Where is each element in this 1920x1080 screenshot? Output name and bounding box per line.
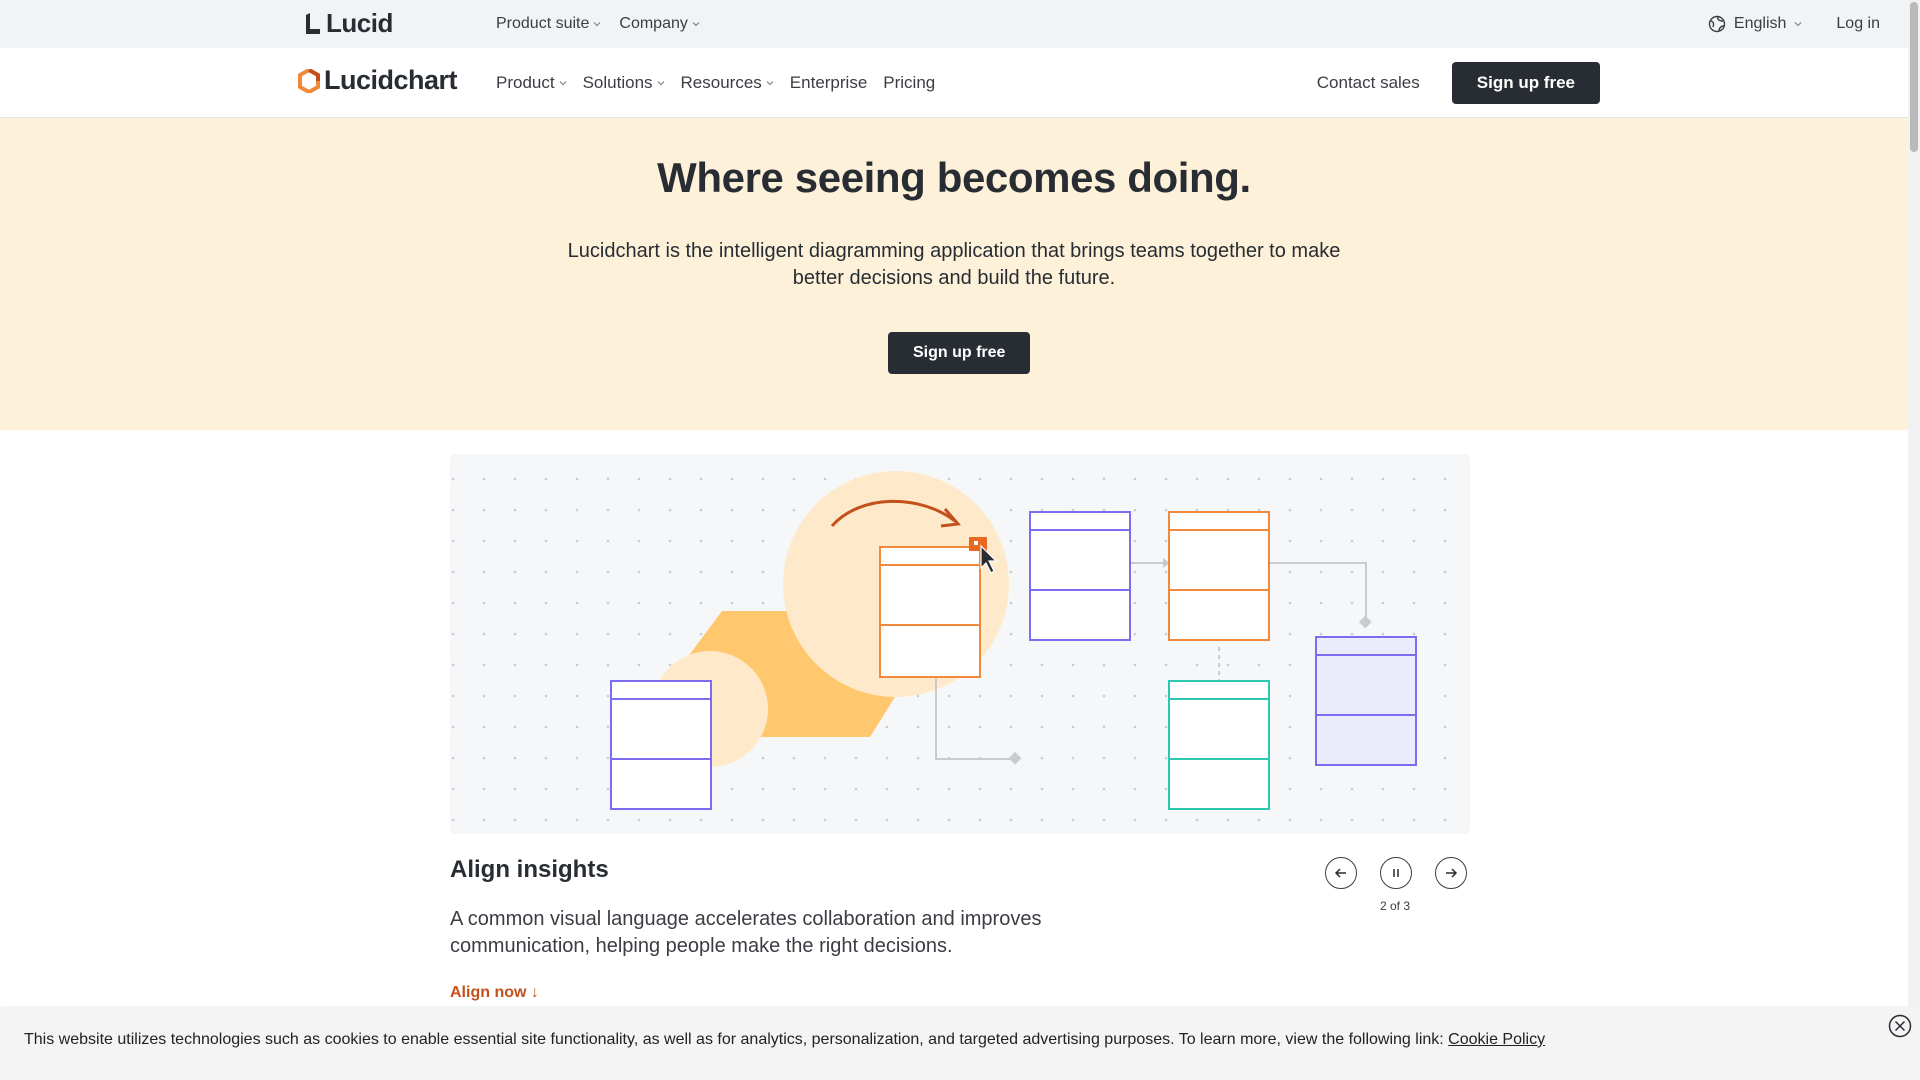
carousel-controls xyxy=(1325,857,1467,889)
lucid-logo-text: Lucid xyxy=(326,8,393,38)
globe-icon xyxy=(1708,15,1726,33)
chevron-down-icon xyxy=(657,81,664,86)
lucid-logo[interactable]: Lucid xyxy=(304,8,393,39)
top-nav: Product suite Company xyxy=(496,0,700,48)
page-scrollbar[interactable] xyxy=(1908,0,1920,1008)
nav-resources[interactable]: Resources xyxy=(681,73,774,93)
chevron-down-icon xyxy=(1795,22,1802,27)
lucidchart-logo-icon xyxy=(298,68,320,93)
resize-handle-inner xyxy=(974,541,978,545)
orange-shape-box xyxy=(1168,511,1270,641)
purple-shape-box xyxy=(610,680,712,810)
nav-enterprise[interactable]: Enterprise xyxy=(790,73,867,93)
slide-description: A common visual language accelerates col… xyxy=(450,908,1042,957)
nav-product[interactable]: Product xyxy=(496,73,567,93)
chevron-down-icon xyxy=(766,81,774,86)
contact-sales-link[interactable]: Contact sales xyxy=(1317,73,1420,93)
diagram-illustration-svg xyxy=(450,454,1470,834)
orange-selected-box xyxy=(879,546,981,678)
purple-shape-box xyxy=(1029,511,1131,641)
main-header: Lucidchart Product Solutions Resources E… xyxy=(0,48,1908,118)
top-right-actions: English Log in xyxy=(1708,0,1880,48)
login-link[interactable]: Log in xyxy=(1836,15,1880,33)
language-label: English xyxy=(1733,15,1787,32)
cookie-message: This website utilizes technologies such … xyxy=(24,1031,1545,1049)
align-now-link[interactable]: Align now ↓ xyxy=(450,984,539,1002)
nav-label: Product xyxy=(496,73,555,92)
top-nav-product-suite[interactable]: Product suite xyxy=(496,15,601,33)
chevron-down-icon xyxy=(559,81,566,86)
hero-title: Where seeing becomes doing. xyxy=(657,154,1251,201)
header-actions: Contact sales Sign up free xyxy=(1317,48,1600,118)
top-nav-label: Product suite xyxy=(496,15,590,32)
signup-button[interactable]: Sign up free xyxy=(1451,62,1600,104)
cookie-policy-link[interactable]: Cookie Policy xyxy=(1448,1031,1545,1048)
scrollbar-thumb[interactable] xyxy=(1910,2,1918,152)
slide-counter: 2 of 3 xyxy=(1380,899,1411,913)
arrow-left-icon xyxy=(1334,868,1346,878)
close-cookie-banner-icon[interactable] xyxy=(1888,1014,1912,1038)
next-slide-button[interactable] xyxy=(1435,857,1467,889)
previous-slide-button[interactable] xyxy=(1325,857,1357,889)
lucid-logo-icon xyxy=(306,12,320,34)
teal-shape-box xyxy=(1168,680,1270,810)
diagram-illustration xyxy=(450,454,1470,834)
hero-section: Where seeing becomes doing. Lucidchart i… xyxy=(0,118,1908,430)
cookie-message-text: This website utilizes technologies such … xyxy=(24,1031,1449,1048)
cookie-banner: This website utilizes technologies such … xyxy=(0,1008,1920,1080)
top-utility-bar: Lucid Product suite Company English Log … xyxy=(0,0,1908,48)
lucidchart-logo-text: Lucidchart xyxy=(324,65,458,95)
top-nav-company[interactable]: Company xyxy=(619,15,700,33)
chevron-down-icon xyxy=(594,22,601,27)
main-nav: Product Solutions Resources Enterprise P… xyxy=(496,48,935,118)
language-selector[interactable]: English xyxy=(1708,15,1802,33)
top-nav-label: Company xyxy=(619,15,688,32)
nav-pricing[interactable]: Pricing xyxy=(883,73,935,93)
nav-solutions[interactable]: Solutions xyxy=(583,73,665,93)
arrow-right-icon xyxy=(1446,868,1458,878)
hero-signup-button[interactable]: Sign up free xyxy=(888,332,1031,374)
lucidchart-logo[interactable]: Lucidchart xyxy=(298,65,458,96)
slide-title: Align insights xyxy=(450,856,609,883)
purple-filled-box xyxy=(1315,636,1417,766)
chevron-down-icon xyxy=(692,22,700,27)
hero-subtitle: Lucidchart is the intelligent diagrammin… xyxy=(567,240,1341,289)
pause-icon xyxy=(1393,869,1399,877)
nav-label: Solutions xyxy=(582,73,653,92)
pause-button[interactable] xyxy=(1380,857,1412,889)
nav-label: Resources xyxy=(680,73,762,92)
